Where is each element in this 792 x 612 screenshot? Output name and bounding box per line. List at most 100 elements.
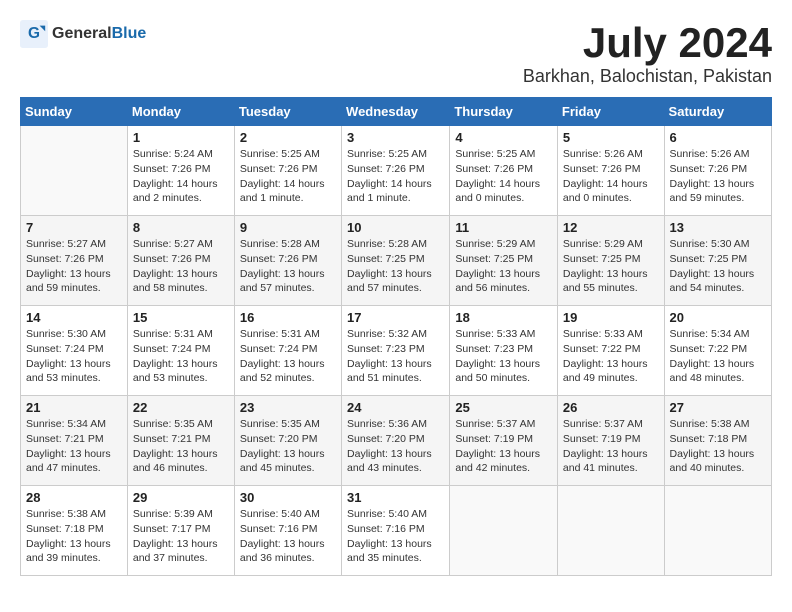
day-number: 26 [563,400,659,415]
logo-general: General [52,25,112,42]
day-cell: 19Sunrise: 5:33 AM Sunset: 7:22 PM Dayli… [557,306,664,396]
day-info: Sunrise: 5:26 AM Sunset: 7:26 PM Dayligh… [670,147,766,206]
day-number: 28 [26,490,122,505]
day-number: 10 [347,220,444,235]
day-info: Sunrise: 5:28 AM Sunset: 7:25 PM Dayligh… [347,237,444,296]
week-row-5: 28 Sunrise: 5:38 AM Sunset: 7:18 PM Dayli… [21,486,772,576]
day-info: Sunrise: 5:27 AM Sunset: 7:26 PM Dayligh… [26,237,122,296]
day-info: Sunrise: 5:24 AM Sunset: 7:26 PM Dayligh… [133,147,229,206]
day-info: Sunrise: 5:30 AM Sunset: 7:24 PM Dayligh… [26,327,122,386]
day-number: 30 [240,490,336,505]
day-number: 31 [347,490,444,505]
week-row-2: 7Sunrise: 5:27 AM Sunset: 7:26 PM Daylig… [21,216,772,306]
day-number: 12 [563,220,659,235]
day-info: Sunrise: 5:29 AM Sunset: 7:25 PM Dayligh… [455,237,552,296]
day-cell: 23 Sunrise: 5:35 AM Sunset: 7:20 PM Dayli… [234,396,341,486]
day-number: 18 [455,310,552,325]
day-header-wednesday: Wednesday [342,98,450,126]
day-info: Sunrise: 5:39 AM Sunset: 7:17 PM Dayligh… [133,507,229,566]
day-number: 22 [133,400,229,415]
day-info: Sunrise: 5:26 AM Sunset: 7:26 PM Dayligh… [563,147,659,206]
day-cell: 28 Sunrise: 5:38 AM Sunset: 7:18 PM Dayli… [21,486,128,576]
logo-blue: Blue [112,25,147,42]
day-number: 24 [347,400,444,415]
day-info: Sunrise: 5:29 AM Sunset: 7:25 PM Dayligh… [563,237,659,296]
day-cell: 29 Sunrise: 5:39 AM Sunset: 7:17 PM Dayli… [127,486,234,576]
main-title: July 2024 [523,20,772,66]
day-cell: 11 Sunrise: 5:29 AM Sunset: 7:25 PM Dayli… [450,216,558,306]
day-number: 11 [455,220,552,235]
day-info: Sunrise: 5:25 AM Sunset: 7:26 PM Dayligh… [240,147,336,206]
week-row-1: 1 Sunrise: 5:24 AM Sunset: 7:26 PM Daylig… [21,126,772,216]
day-cell [557,486,664,576]
day-cell: 14 Sunrise: 5:30 AM Sunset: 7:24 PM Dayli… [21,306,128,396]
day-number: 14 [26,310,122,325]
day-cell: 9Sunrise: 5:28 AM Sunset: 7:26 PM Daylig… [234,216,341,306]
day-cell [664,486,771,576]
day-number: 23 [240,400,336,415]
day-cell [21,126,128,216]
svg-text:G: G [28,25,40,42]
day-cell: 18 Sunrise: 5:33 AM Sunset: 7:23 PM Dayli… [450,306,558,396]
day-info: Sunrise: 5:35 AM Sunset: 7:20 PM Dayligh… [240,417,336,476]
logo-icon: G [20,20,48,48]
day-cell: 2 Sunrise: 5:25 AM Sunset: 7:26 PM Daylig… [234,126,341,216]
day-number: 1 [133,130,229,145]
day-number: 6 [670,130,766,145]
day-cell: 30Sunrise: 5:40 AM Sunset: 7:16 PM Dayli… [234,486,341,576]
day-number: 4 [455,130,552,145]
day-number: 15 [133,310,229,325]
day-info: Sunrise: 5:28 AM Sunset: 7:26 PM Dayligh… [240,237,336,296]
day-cell: 16Sunrise: 5:31 AM Sunset: 7:24 PM Dayli… [234,306,341,396]
title-section: July 2024 Barkhan, Balochistan, Pakistan [523,20,772,87]
day-cell: 10 Sunrise: 5:28 AM Sunset: 7:25 PM Dayli… [342,216,450,306]
day-info: Sunrise: 5:34 AM Sunset: 7:22 PM Dayligh… [670,327,766,386]
day-info: Sunrise: 5:38 AM Sunset: 7:18 PM Dayligh… [26,507,122,566]
day-info: Sunrise: 5:31 AM Sunset: 7:24 PM Dayligh… [133,327,229,386]
header-row: SundayMondayTuesdayWednesdayThursdayFrid… [21,98,772,126]
page-header: G GeneralBlue July 2024 Barkhan, Balochi… [20,20,772,87]
day-info: Sunrise: 5:35 AM Sunset: 7:21 PM Dayligh… [133,417,229,476]
day-cell: 20 Sunrise: 5:34 AM Sunset: 7:22 PM Dayli… [664,306,771,396]
day-info: Sunrise: 5:34 AM Sunset: 7:21 PM Dayligh… [26,417,122,476]
day-info: Sunrise: 5:37 AM Sunset: 7:19 PM Dayligh… [455,417,552,476]
day-info: Sunrise: 5:33 AM Sunset: 7:22 PM Dayligh… [563,327,659,386]
day-number: 27 [670,400,766,415]
day-cell: 24 Sunrise: 5:36 AM Sunset: 7:20 PM Dayli… [342,396,450,486]
day-cell: 21 Sunrise: 5:34 AM Sunset: 7:21 PM Dayli… [21,396,128,486]
day-cell: 6 Sunrise: 5:26 AM Sunset: 7:26 PM Daylig… [664,126,771,216]
day-info: Sunrise: 5:38 AM Sunset: 7:18 PM Dayligh… [670,417,766,476]
day-number: 3 [347,130,444,145]
week-row-4: 21 Sunrise: 5:34 AM Sunset: 7:21 PM Dayli… [21,396,772,486]
day-cell: 26 Sunrise: 5:37 AM Sunset: 7:19 PM Dayli… [557,396,664,486]
day-info: Sunrise: 5:40 AM Sunset: 7:16 PM Dayligh… [347,507,444,566]
day-number: 2 [240,130,336,145]
day-number: 21 [26,400,122,415]
calendar-table: SundayMondayTuesdayWednesdayThursdayFrid… [20,97,772,576]
day-cell: 1 Sunrise: 5:24 AM Sunset: 7:26 PM Daylig… [127,126,234,216]
logo: G GeneralBlue [20,20,146,48]
day-number: 5 [563,130,659,145]
day-header-friday: Friday [557,98,664,126]
day-header-sunday: Sunday [21,98,128,126]
day-info: Sunrise: 5:31 AM Sunset: 7:24 PM Dayligh… [240,327,336,386]
day-cell: 22 Sunrise: 5:35 AM Sunset: 7:21 PM Dayli… [127,396,234,486]
day-cell: 7Sunrise: 5:27 AM Sunset: 7:26 PM Daylig… [21,216,128,306]
day-number: 29 [133,490,229,505]
day-number: 17 [347,310,444,325]
day-number: 8 [133,220,229,235]
day-info: Sunrise: 5:36 AM Sunset: 7:20 PM Dayligh… [347,417,444,476]
day-info: Sunrise: 5:32 AM Sunset: 7:23 PM Dayligh… [347,327,444,386]
day-cell: 4Sunrise: 5:25 AM Sunset: 7:26 PM Daylig… [450,126,558,216]
day-header-tuesday: Tuesday [234,98,341,126]
day-cell: 25 Sunrise: 5:37 AM Sunset: 7:19 PM Dayli… [450,396,558,486]
day-info: Sunrise: 5:37 AM Sunset: 7:19 PM Dayligh… [563,417,659,476]
day-info: Sunrise: 5:33 AM Sunset: 7:23 PM Dayligh… [455,327,552,386]
day-cell: 12 Sunrise: 5:29 AM Sunset: 7:25 PM Dayli… [557,216,664,306]
day-cell: 31 Sunrise: 5:40 AM Sunset: 7:16 PM Dayli… [342,486,450,576]
day-number: 25 [455,400,552,415]
day-cell: 8 Sunrise: 5:27 AM Sunset: 7:26 PM Daylig… [127,216,234,306]
day-header-saturday: Saturday [664,98,771,126]
day-info: Sunrise: 5:27 AM Sunset: 7:26 PM Dayligh… [133,237,229,296]
day-number: 20 [670,310,766,325]
